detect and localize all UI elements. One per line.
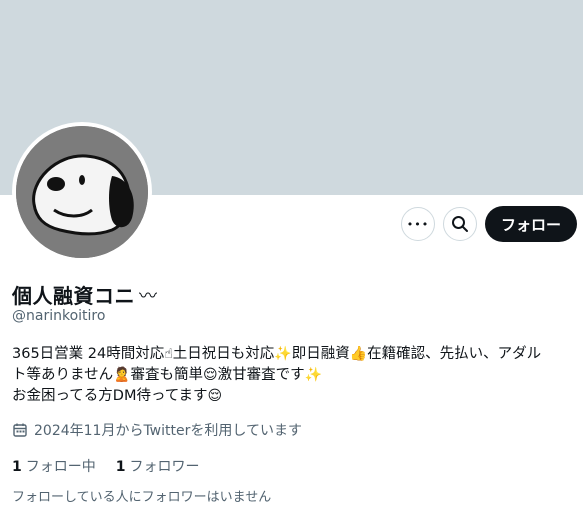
person-icon: 🙎: [113, 367, 131, 383]
following-count: 1: [12, 459, 22, 475]
more-icon: •••: [406, 217, 430, 231]
followers-link[interactable]: 1 フォロワー: [116, 456, 200, 476]
thumbs-up-icon: 👍: [349, 346, 368, 362]
following-link[interactable]: 1 フォロー中: [12, 456, 96, 476]
display-name-row: 個人融資コニ 〰: [12, 280, 158, 309]
user-handle: @narinkoitiro: [12, 308, 106, 324]
pointing-up-icon: ☝: [164, 346, 173, 362]
join-date-text: 2024年11月からTwitterを利用しています: [34, 423, 302, 439]
relieved-face-icon: 😌: [207, 388, 223, 404]
calendar-icon: [13, 423, 27, 437]
display-name: 個人融資コニ: [12, 284, 135, 308]
avatar[interactable]: [12, 122, 152, 262]
follow-stats: 1 フォロー中 1 フォロワー: [12, 456, 200, 476]
join-date: 2024年11月からTwitterを利用しています: [12, 420, 302, 440]
search-icon: [451, 216, 468, 232]
bio-line-3: お金困ってる方DM待ってます😌: [12, 388, 223, 404]
bio-line-2: ト等ありません🙎審査も簡単😌激甘審査です✨: [12, 367, 323, 383]
sparkles-icon: ✨: [304, 367, 323, 383]
followers-count: 1: [115, 459, 126, 475]
following-label: フォロー中: [25, 459, 96, 475]
follow-button[interactable]: フォロー: [484, 206, 577, 242]
display-name-suffix: 〰: [139, 285, 158, 307]
avatar-image: [16, 126, 148, 258]
more-button[interactable]: •••: [400, 207, 435, 241]
profile-bio: 365日営業 24時間対応☝土日祝日も対応✨即日融資👍在籍確認、先払い、アダル …: [12, 344, 572, 407]
profile-actions: ••• フォロー: [400, 206, 577, 242]
followers-label: フォロワー: [129, 459, 200, 475]
snoopy-illustration: [16, 126, 148, 258]
sparkles-icon: ✨: [274, 346, 292, 362]
bio-line-1: 365日営業 24時間対応☝土日祝日も対応✨即日融資👍在籍確認、先払い、アダル: [12, 346, 542, 362]
relieved-face-icon: 😌: [203, 367, 218, 383]
mutual-followers-notice: フォローしている人にフォロワーはいません: [12, 490, 272, 505]
search-button[interactable]: [442, 207, 477, 241]
